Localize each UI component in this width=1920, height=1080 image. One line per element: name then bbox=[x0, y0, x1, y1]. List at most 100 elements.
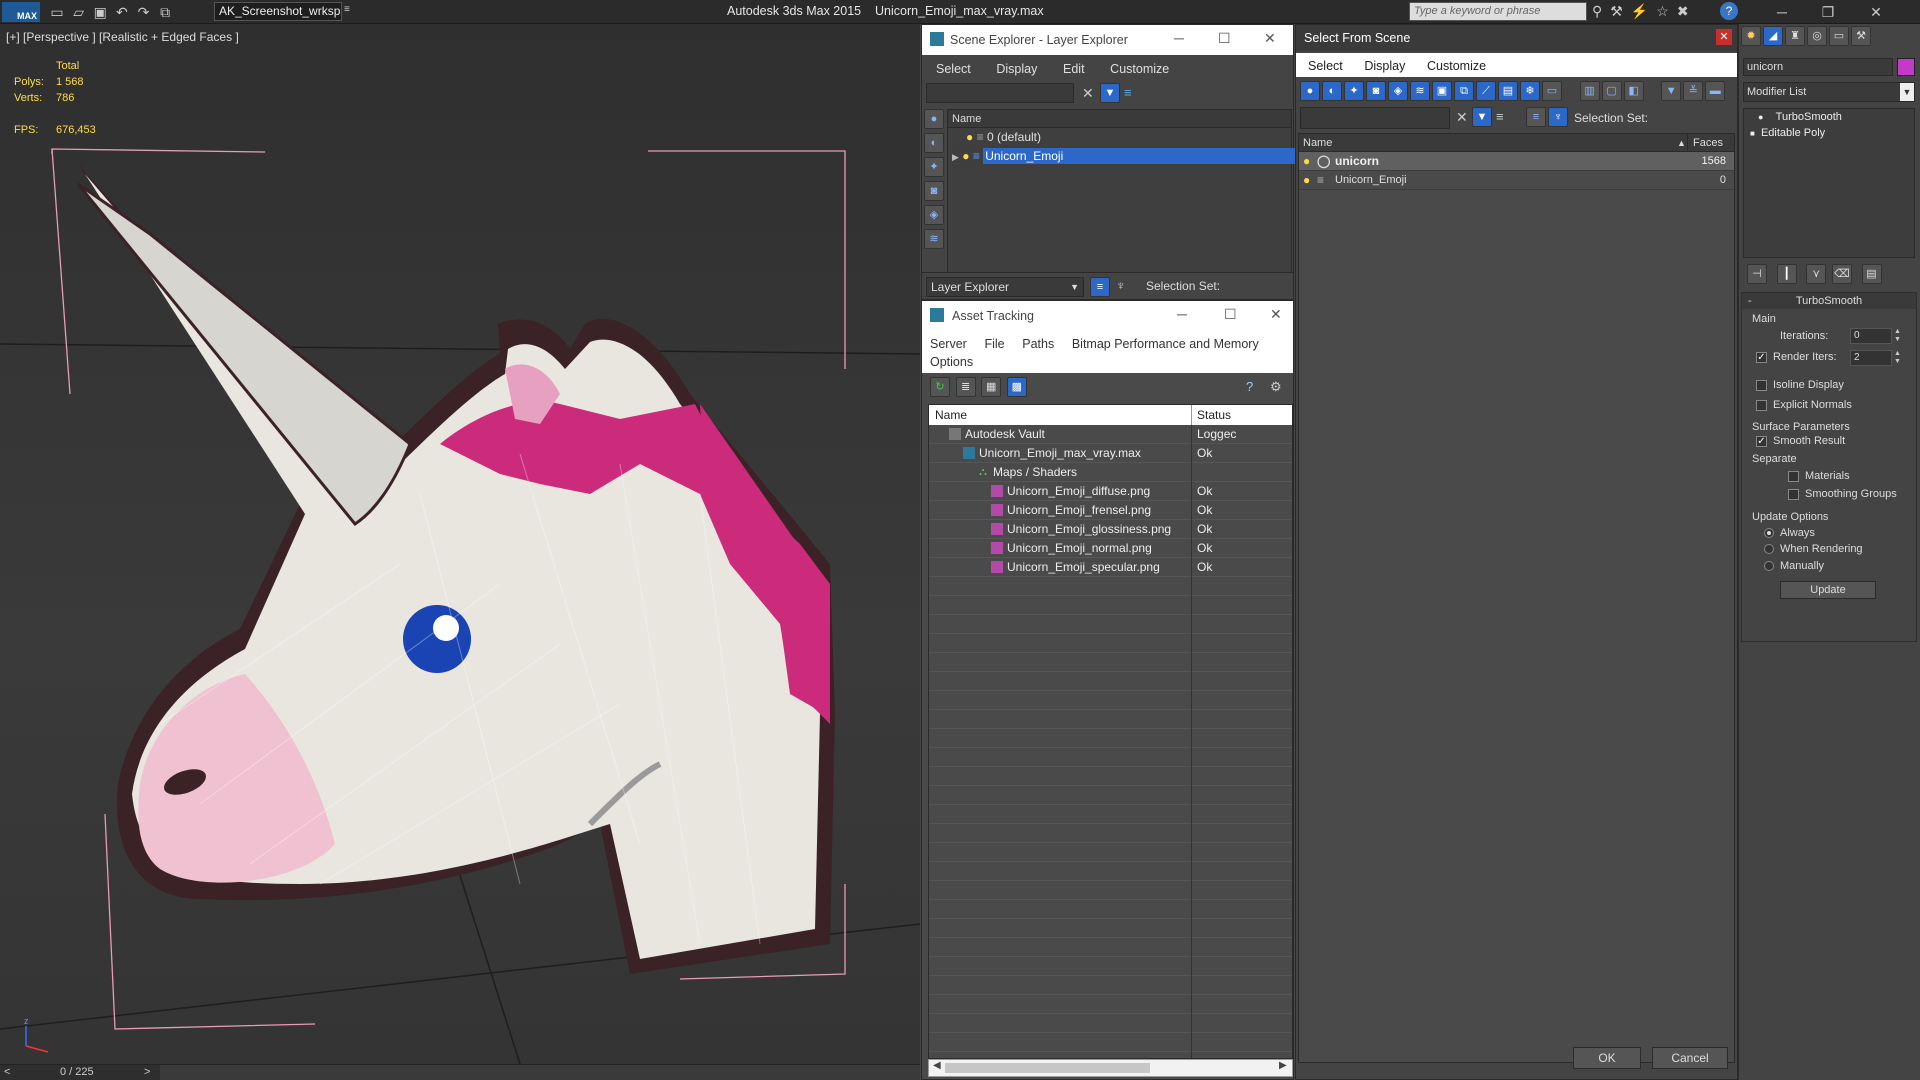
redo-icon[interactable]: ↷ bbox=[135, 4, 153, 20]
asset-row[interactable]: Autodesk Vault Loggec bbox=[929, 425, 1292, 444]
scroll-left-icon[interactable]: ◀ bbox=[933, 1060, 941, 1071]
light-bulb-icon[interactable]: ● bbox=[1758, 112, 1763, 122]
expand-arrow-icon[interactable]: ▶ bbox=[952, 152, 959, 162]
asset-row[interactable]: Unicorn_Emoji_specular.png Ok bbox=[929, 558, 1292, 577]
object-color-swatch[interactable] bbox=[1897, 58, 1915, 76]
display-cameras-icon[interactable]: ◙ bbox=[1366, 81, 1386, 101]
hierarchy-mode-icon[interactable]: ♆ bbox=[1548, 107, 1568, 127]
explicit-normals-checkbox[interactable]: Explicit Normals bbox=[1756, 399, 1852, 411]
menu-customize[interactable]: Customize bbox=[1427, 59, 1486, 73]
display-shapes-icon[interactable]: ◐ bbox=[1322, 81, 1342, 101]
display-tab-icon[interactable]: ▭ bbox=[1829, 26, 1849, 46]
timeline-track[interactable] bbox=[160, 1064, 920, 1080]
filter-toggle-icon[interactable]: ▼ bbox=[1472, 107, 1492, 127]
table-view-icon[interactable]: ▩ bbox=[1006, 377, 1027, 397]
asset-row[interactable]: Unicorn_Emoji_diffuse.png Ok bbox=[929, 482, 1292, 501]
collapse-icon[interactable]: ▬ bbox=[1705, 81, 1726, 101]
update-when-rendering-radio[interactable]: When Rendering bbox=[1764, 543, 1863, 555]
select-none-icon[interactable]: ▢ bbox=[1601, 81, 1622, 101]
new-file-icon[interactable]: ▭ bbox=[48, 4, 66, 20]
create-tab-icon[interactable]: ✹ bbox=[1741, 26, 1761, 46]
display-groups-icon[interactable]: ▣ bbox=[1432, 81, 1452, 101]
explorer-type-dropdown[interactable]: Layer Explorer ▼ bbox=[926, 277, 1084, 297]
binoculars-icon[interactable]: ⚲ bbox=[1592, 3, 1610, 19]
modifier-list-dropdown[interactable]: Modifier List ▼ bbox=[1743, 82, 1915, 102]
time-prev-button[interactable]: < bbox=[4, 1066, 10, 1078]
time-slider[interactable]: < 0 / 225 > bbox=[0, 1064, 160, 1080]
layer-tree[interactable]: Name ● ≡ 0 (default) ▶ ● ≡ Unicorn_Emoji bbox=[947, 109, 1364, 299]
iterations-input[interactable]: 0 bbox=[1850, 328, 1892, 344]
smooth-result-checkbox[interactable]: ✓ Smooth Result bbox=[1756, 435, 1845, 447]
display-containers-icon[interactable]: ▤ bbox=[1498, 81, 1518, 101]
menu-options[interactable]: Options bbox=[930, 355, 973, 369]
isoline-checkbox[interactable]: Isoline Display bbox=[1756, 379, 1844, 391]
display-spacewarps-icon[interactable]: ≋ bbox=[1410, 81, 1430, 101]
object-row-selected[interactable]: ● ◯ unicorn 1568 bbox=[1299, 152, 1734, 171]
pin-stack-icon[interactable]: ⊣ bbox=[1747, 264, 1767, 284]
favorites-icon[interactable]: ☆ bbox=[1656, 3, 1677, 19]
display-hidden-icon[interactable]: ▭ bbox=[1542, 81, 1562, 101]
open-file-icon[interactable]: ▱ bbox=[70, 4, 88, 20]
scene-explorer-titlebar[interactable]: Scene Explorer - Layer Explorer ─ ☐ ✕ bbox=[922, 25, 1293, 55]
close-icon[interactable]: ✕ bbox=[1264, 30, 1276, 47]
update-button[interactable]: Update bbox=[1780, 581, 1876, 599]
object-row[interactable]: ● ≡ Unicorn_Emoji 0 bbox=[1299, 171, 1734, 190]
tools-icon[interactable]: ⚒ bbox=[1610, 3, 1631, 19]
motion-tab-icon[interactable]: ◎ bbox=[1807, 26, 1827, 46]
select-from-scene-titlebar[interactable]: Select From Scene ✕ bbox=[1296, 25, 1737, 51]
layers-options-icon[interactable]: ≡ bbox=[1124, 85, 1132, 100]
col-faces-header[interactable]: Faces bbox=[1693, 134, 1723, 152]
iterations-spinner[interactable]: ▲ ▼ bbox=[1894, 328, 1901, 344]
app-logo[interactable]: MAX bbox=[2, 2, 40, 22]
light-bulb-icon[interactable]: ● bbox=[1303, 152, 1310, 171]
help-icon[interactable]: ? bbox=[1720, 2, 1738, 20]
render-iters-checkbox[interactable]: ✓ Render Iters: bbox=[1756, 351, 1837, 363]
menu-server[interactable]: Server bbox=[930, 337, 967, 351]
show-end-result-icon[interactable]: ┃ bbox=[1776, 264, 1797, 284]
utilities-tab-icon[interactable]: ⚒ bbox=[1851, 26, 1871, 46]
layers-icon[interactable]: ≡ bbox=[1496, 109, 1504, 124]
render-iters-input[interactable]: 2 bbox=[1850, 350, 1892, 366]
refresh-icon[interactable]: ↻ bbox=[930, 377, 950, 397]
layer-row[interactable]: ● ≡ 0 (default) bbox=[948, 128, 1291, 147]
update-always-radio[interactable]: Always bbox=[1764, 527, 1815, 539]
display-helpers-icon[interactable]: ◈ bbox=[1388, 81, 1408, 101]
perspective-viewport[interactable]: [+] [Perspective ] [Realistic + Edged Fa… bbox=[0, 24, 920, 1064]
settings-icon[interactable]: ⚙ bbox=[1270, 379, 1282, 395]
sort-icon[interactable]: ≚ bbox=[1683, 81, 1704, 101]
scroll-right-icon[interactable]: ▶ bbox=[1279, 1060, 1287, 1071]
menu-edit[interactable]: Edit bbox=[1063, 62, 1085, 76]
remove-modifier-icon[interactable]: ⌫ bbox=[1831, 264, 1852, 284]
smoothing-groups-checkbox[interactable]: Smoothing Groups bbox=[1788, 488, 1897, 500]
asset-row[interactable]: Unicorn_Emoji_normal.png Ok bbox=[929, 539, 1292, 558]
minimize-icon[interactable]: ─ bbox=[1762, 0, 1802, 24]
hierarchy-mode-icon[interactable]: ♆ bbox=[1116, 278, 1126, 293]
menu-select[interactable]: Select bbox=[1308, 59, 1343, 73]
light-bulb-icon[interactable]: ● bbox=[962, 149, 969, 163]
asset-row[interactable]: ⛬ Maps / Shaders bbox=[929, 463, 1292, 482]
close-icon[interactable]: ✕ bbox=[1856, 0, 1896, 24]
asset-row[interactable]: Unicorn_Emoji_frensel.png Ok bbox=[929, 501, 1292, 520]
column-name-header[interactable]: Name bbox=[948, 110, 1291, 128]
modifier-stack[interactable]: ● TurboSmooth ■ Editable Poly bbox=[1743, 108, 1915, 258]
search-input[interactable]: Type a keyword or phrase bbox=[1409, 2, 1587, 21]
col-status-header[interactable]: Status bbox=[1197, 405, 1231, 425]
display-spacewarps-icon[interactable]: ≋ bbox=[924, 229, 944, 249]
cancel-button[interactable]: Cancel bbox=[1652, 1047, 1728, 1069]
configure-sets-icon[interactable]: ▤ bbox=[1861, 264, 1882, 284]
close-icon[interactable]: ✕ bbox=[1270, 306, 1282, 323]
close-x-icon[interactable]: ✖ bbox=[1677, 3, 1697, 19]
select-invert-icon[interactable]: ◧ bbox=[1623, 81, 1644, 101]
save-icon[interactable]: ▣ bbox=[91, 4, 109, 20]
display-bones-icon[interactable]: ⟋ bbox=[1476, 81, 1496, 101]
light-bulb-icon[interactable]: ● bbox=[1303, 171, 1310, 190]
display-xrefs-icon[interactable]: ⧉ bbox=[1454, 81, 1474, 101]
ok-button[interactable]: OK bbox=[1573, 1047, 1641, 1069]
workspace-menu-icon[interactable]: ≡ bbox=[344, 4, 350, 15]
scroll-thumb[interactable] bbox=[945, 1063, 1150, 1073]
display-geometry-icon[interactable]: ● bbox=[924, 109, 944, 129]
layers-mode-icon[interactable]: ≡ bbox=[1526, 107, 1546, 127]
minimize-icon[interactable]: ─ bbox=[1174, 30, 1184, 46]
minimize-icon[interactable]: ─ bbox=[1177, 306, 1187, 322]
display-geometry-icon[interactable]: ● bbox=[1300, 81, 1320, 101]
